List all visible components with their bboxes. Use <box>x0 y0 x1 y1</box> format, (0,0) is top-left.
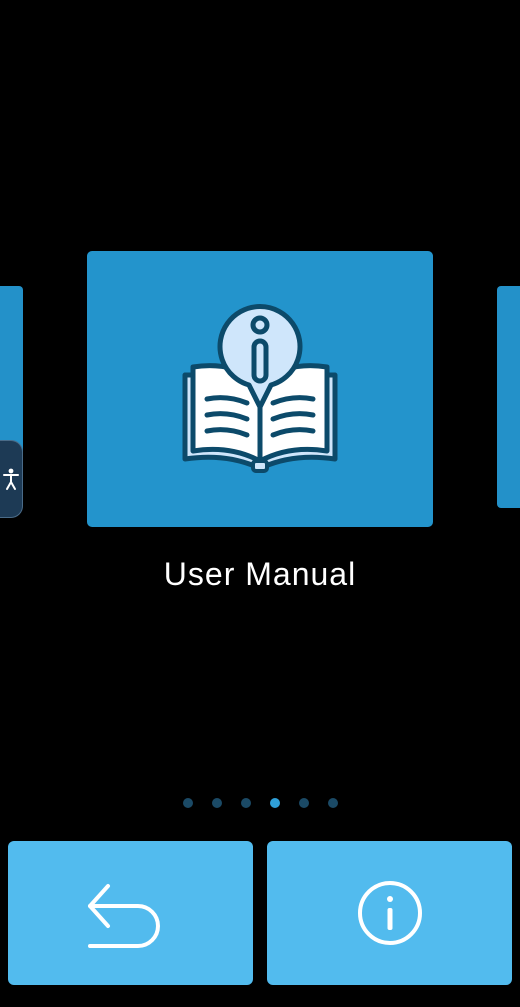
page-dot-1[interactable] <box>182 798 193 808</box>
page-dot-6[interactable] <box>327 798 338 808</box>
page-dot-4-active[interactable] <box>269 798 280 808</box>
page-dot-5[interactable] <box>298 798 309 808</box>
carousel-next-card[interactable] <box>497 286 520 508</box>
back-button[interactable] <box>8 841 253 985</box>
page-indicator <box>0 798 520 808</box>
page-dot-2[interactable] <box>211 798 222 808</box>
book-info-icon <box>182 304 338 473</box>
accessibility-person-icon <box>3 468 19 490</box>
info-circle-icon <box>357 881 422 945</box>
back-arrow-icon <box>87 884 160 948</box>
card-title: User Manual <box>163 556 357 592</box>
screen: User Manual <box>0 0 520 1007</box>
accessibility-button[interactable] <box>0 440 23 518</box>
user-manual-card[interactable] <box>87 251 433 527</box>
info-button[interactable] <box>267 841 512 985</box>
page-dot-3[interactable] <box>240 798 251 808</box>
